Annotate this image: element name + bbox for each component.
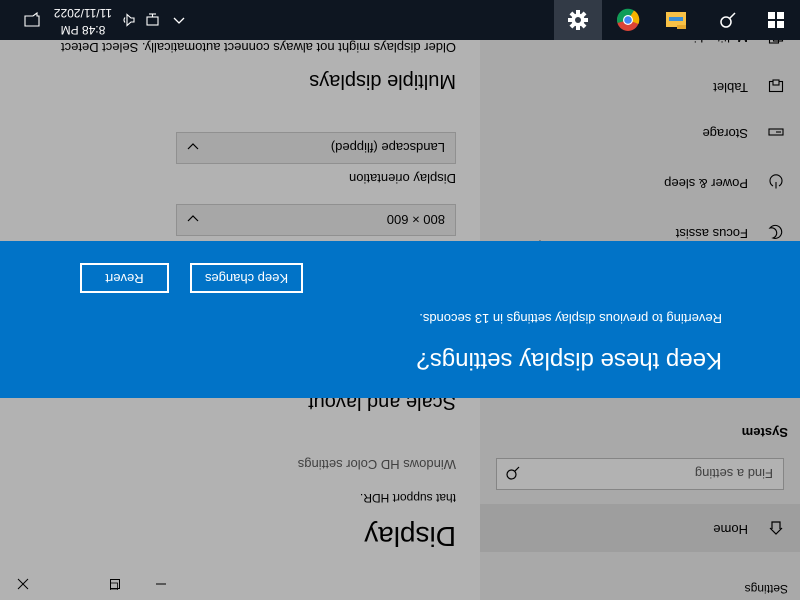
chevron-up-icon[interactable] xyxy=(173,14,185,26)
start-icon xyxy=(768,12,784,28)
clock-time[interactable]: 8:48 PM xyxy=(50,23,116,37)
dialog-title: Keep these display settings? xyxy=(416,347,722,374)
clock-date[interactable]: 11/11/2022 xyxy=(50,6,116,20)
search-icon xyxy=(720,12,736,28)
search-button[interactable] xyxy=(704,0,752,40)
network-icon[interactable] xyxy=(144,12,160,28)
settings-taskbar-button[interactable] xyxy=(554,0,602,40)
file-explorer-icon xyxy=(666,12,686,29)
chrome-icon xyxy=(616,8,640,31)
keep-changes-button[interactable]: Keep changes xyxy=(190,263,303,293)
action-center-icon[interactable] xyxy=(23,11,41,29)
revert-button[interactable]: Revert xyxy=(80,263,169,293)
start-button[interactable] xyxy=(752,0,800,40)
dialog-countdown: Reverting to previous display settings i… xyxy=(419,311,722,326)
screen: Settings Home Find a setting System Focu… xyxy=(0,0,800,600)
taskbar: 8:48 PM 11/11/2022 xyxy=(0,0,800,40)
settings-icon xyxy=(568,10,588,30)
volume-icon[interactable] xyxy=(120,12,136,28)
keep-display-settings-dialog: Keep these display settings? Reverting t… xyxy=(0,241,800,398)
file-explorer-button[interactable] xyxy=(652,0,700,40)
chrome-button[interactable] xyxy=(604,0,652,40)
